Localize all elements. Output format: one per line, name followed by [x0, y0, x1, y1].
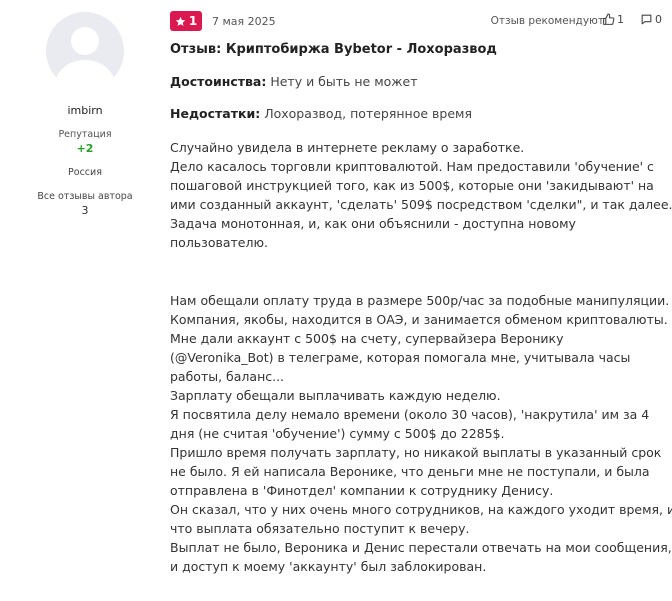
default-avatar-icon[interactable]	[46, 12, 124, 90]
pros-label: Достоинства:	[170, 74, 267, 89]
cons-text: Лохоразвод, потерянное время	[264, 106, 472, 121]
review-text-line: дня (не считая 'обучение') сумму с 500$ …	[170, 426, 505, 441]
review-text-line: пользователю.	[170, 235, 268, 250]
review-text-line: (@Veronika_Bot) в телеграме, которая пом…	[170, 350, 631, 365]
all-reviews-link[interactable]: Все отзывы автора	[0, 191, 170, 202]
review-text-line: и доступ к моему 'аккаунту' был заблокир…	[170, 559, 487, 574]
review-text-line: Компания, якобы, находится в ОАЭ, и зани…	[170, 312, 668, 327]
review-date: 7 мая 2025	[212, 15, 276, 28]
review-text-line: Случайно увидела в интернете рекламу о з…	[170, 140, 525, 155]
recommend-label: Отзыв рекомендуют	[490, 15, 604, 27]
review-paragraph-2: Нам обещали оплату труда в размере 500р/…	[170, 291, 672, 576]
review-text-line: не было. Я ей написала Веронике, что ден…	[170, 464, 650, 479]
review-header: 1 7 мая 2025 Отзыв рекомендуют 1 0	[170, 11, 662, 33]
rating-value: 1	[188, 14, 198, 28]
review-text-line: Я посвятила делу немало времени (около 3…	[170, 407, 650, 422]
reputation-value: +2	[76, 142, 94, 155]
review-pros: Достоинства: Нету и быть не может	[170, 74, 418, 89]
review-text-line: Зарплату обещали выплачивать каждую неде…	[170, 388, 501, 403]
review-text-line: Мне дали аккаунт с 500$ на счету, суперв…	[170, 331, 564, 346]
review-text-line: отправлена в 'Финотдел' компании к сотру…	[170, 483, 554, 498]
like-count: 1	[617, 13, 624, 26]
review-text-line: работы, баланс...	[170, 369, 285, 384]
cons-label: Недостатки:	[170, 106, 261, 121]
review-text-line: Он сказал, что у них очень много сотрудн…	[170, 502, 672, 517]
review-paragraph-1: Случайно увидела в интернете рекламу о з…	[170, 138, 672, 252]
review-text-line: Пришло время получать зарплату, но никак…	[170, 445, 662, 460]
review-text-line: что выплата обязательно поступит к вечер…	[170, 521, 470, 536]
reviews-count: 3	[81, 204, 89, 217]
comment-icon	[641, 14, 652, 25]
review-text-line: Задача монотонная, и, как они объяснили …	[170, 216, 576, 231]
like-button[interactable]: 1	[602, 13, 624, 26]
author-country: Россия	[68, 167, 102, 178]
author-username[interactable]: imbirn	[0, 104, 170, 117]
reputation-label: Репутация	[58, 129, 112, 140]
review-text-line: Дело касалось торговли криптовалютой. На…	[170, 159, 654, 174]
rating-badge: 1	[170, 11, 202, 31]
comment-button[interactable]: 0	[640, 13, 662, 26]
review-text-line: пошаговой инструкцией того, как из 500$,…	[170, 178, 654, 193]
thumbs-up-icon	[603, 13, 615, 25]
comment-count: 0	[655, 13, 662, 26]
review-text-line: Выплат не было, Вероника и Денис переста…	[170, 540, 672, 555]
review-text-line: ими созданный аккаунт, 'сделать' 509$ по…	[170, 197, 672, 212]
review-cons: Недостатки: Лохоразвод, потерянное время	[170, 106, 472, 121]
pros-text: Нету и быть не может	[270, 74, 418, 89]
review-text-line: Нам обещали оплату труда в размере 500р/…	[170, 293, 670, 308]
star-icon	[175, 16, 186, 26]
review-title[interactable]: Отзыв: Криптобиржа Bybetor - Лохоразвод	[170, 42, 497, 57]
